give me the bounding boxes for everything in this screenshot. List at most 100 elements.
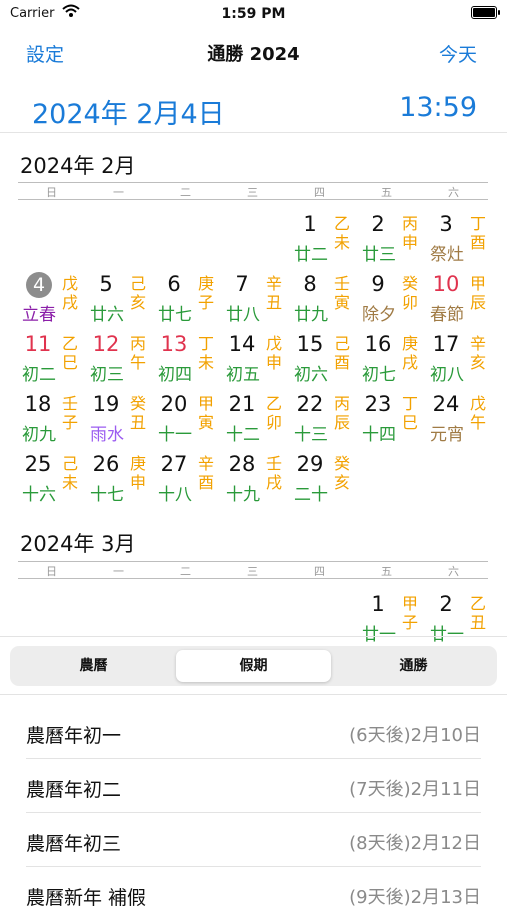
weekday-label: 六 — [448, 565, 459, 578]
weekday-header: 日一二三四五六 — [18, 182, 488, 200]
day-number: 9 — [371, 272, 385, 296]
day-cell[interactable]: 26 十七 庚申 — [86, 450, 154, 508]
segment-lunar[interactable]: 農曆 — [16, 650, 171, 682]
day-number: 10 — [432, 272, 460, 296]
day-cell[interactable]: 21 十二 乙卯 — [222, 390, 290, 448]
lunar-date: 初八 — [430, 365, 464, 385]
day-number: 14 — [228, 332, 256, 356]
holiday-name: 農曆年初一 — [26, 725, 122, 747]
day-cell[interactable]: 15 初六 己酉 — [290, 330, 358, 388]
ganzhi-label: 甲寅 — [197, 394, 214, 432]
lunar-date: 二十 — [294, 485, 328, 505]
day-cell[interactable]: 24 元宵 戊午 — [426, 390, 494, 448]
holiday-row[interactable]: 農曆新年 補假 (9天後)2月13日 — [0, 867, 507, 921]
day-number: 6 — [167, 272, 181, 296]
holiday-date: (8天後)2月12日 — [349, 833, 481, 854]
month-title: 2024年 3月 — [20, 532, 136, 556]
day-number: 15 — [296, 332, 324, 356]
day-cell[interactable]: 19 雨水 癸丑 — [86, 390, 154, 448]
segment-holidays[interactable]: 假期 — [176, 650, 331, 682]
day-cell[interactable]: 23 十四 丁巳 — [358, 390, 426, 448]
day-cell[interactable]: 5 廿六 己亥 — [86, 270, 154, 328]
day-cell[interactable]: 9 除夕 癸卯 — [358, 270, 426, 328]
segment-almanac[interactable]: 通勝 — [336, 650, 491, 682]
day-number: 19 — [92, 392, 120, 416]
day-number: 2 — [439, 592, 453, 616]
lunar-date: 除夕 — [362, 305, 396, 325]
day-number: 29 — [296, 452, 324, 476]
day-cell[interactable]: 13 初四 丁未 — [154, 330, 222, 388]
holiday-row[interactable]: 農曆年初二 (7天後)2月11日 — [0, 759, 507, 813]
day-cell[interactable]: 16 初七 庚戌 — [358, 330, 426, 388]
lunar-date: 初二 — [22, 365, 56, 385]
day-cell[interactable]: 12 初三 丙午 — [86, 330, 154, 388]
ganzhi-label: 癸亥 — [333, 454, 350, 492]
current-date-bar: 2024年 2月4日 13:59 — [0, 92, 507, 133]
day-number: 21 — [228, 392, 256, 416]
weekday-label: 一 — [113, 186, 124, 199]
lunar-date: 廿一 — [362, 625, 396, 645]
day-cell[interactable]: 29 二十 癸亥 — [290, 450, 358, 508]
day-cell[interactable]: 7 廿八 辛丑 — [222, 270, 290, 328]
lunar-date: 初三 — [90, 365, 124, 385]
day-number: 11 — [24, 332, 52, 356]
ganzhi-label: 乙卯 — [265, 394, 282, 432]
day-cell[interactable]: 3 祭灶 丁酉 — [426, 210, 494, 268]
ganzhi-label: 壬戌 — [265, 454, 282, 492]
status-bar: Carrier 1:59 PM — [0, 0, 507, 30]
day-cell[interactable]: 10 春節 甲辰 — [426, 270, 494, 328]
weekday-label: 日 — [46, 186, 57, 199]
weekday-label: 二 — [180, 186, 191, 199]
day-cell[interactable]: 11 初二 乙巳 — [18, 330, 86, 388]
day-cell[interactable]: 8 廿九 壬寅 — [290, 270, 358, 328]
ganzhi-label: 戊午 — [469, 394, 486, 432]
weekday-header: 日一二三四五六 — [18, 561, 488, 579]
holiday-row[interactable]: 農曆年初三 (8天後)2月12日 — [0, 813, 507, 867]
ganzhi-label: 甲子 — [401, 594, 418, 632]
day-cell[interactable]: 17 初八 辛亥 — [426, 330, 494, 388]
day-cell[interactable]: 25 十六 己未 — [18, 450, 86, 508]
day-cell[interactable]: 2 廿一 乙丑 — [426, 590, 494, 648]
lunar-date: 廿六 — [90, 305, 124, 325]
ganzhi-label: 己未 — [61, 454, 78, 492]
day-number: 5 — [99, 272, 113, 296]
holiday-name: 農曆年初二 — [26, 779, 122, 801]
holiday-date: (7天後)2月11日 — [349, 779, 481, 800]
ganzhi-label: 癸卯 — [401, 274, 418, 312]
day-cell[interactable]: 1 廿一 甲子 — [358, 590, 426, 648]
ganzhi-label: 丙午 — [129, 334, 146, 372]
day-cell[interactable]: 1 廿二 乙未 — [290, 210, 358, 268]
ganzhi-label: 庚戌 — [401, 334, 418, 372]
day-number: 1 — [371, 592, 385, 616]
divider — [0, 694, 507, 695]
lunar-date: 春節 — [430, 305, 464, 325]
day-cell[interactable]: 18 初九 壬子 — [18, 390, 86, 448]
today-button[interactable]: 今天 — [439, 40, 477, 67]
lunar-date: 十七 — [90, 485, 124, 505]
day-cell[interactable]: 27 十八 辛酉 — [154, 450, 222, 508]
day-number: 28 — [228, 452, 256, 476]
current-date: 2024年 2月4日 — [32, 99, 225, 130]
lunar-date: 廿三 — [362, 245, 396, 265]
weekday-label: 一 — [113, 565, 124, 578]
day-cell[interactable]: 28 十九 壬戌 — [222, 450, 290, 508]
ganzhi-label: 乙巳 — [61, 334, 78, 372]
day-cell[interactable]: 4 立春 戊戌 — [18, 270, 86, 328]
day-cell[interactable]: 20 十一 甲寅 — [154, 390, 222, 448]
month-title: 2024年 2月 — [20, 154, 136, 178]
day-cell[interactable]: 6 廿七 庚子 — [154, 270, 222, 328]
weekday-label: 三 — [247, 565, 258, 578]
day-cell[interactable]: 14 初五 戊申 — [222, 330, 290, 388]
lunar-date: 初六 — [294, 365, 328, 385]
day-number: 2 — [371, 212, 385, 236]
holiday-date: (6天後)2月10日 — [349, 725, 481, 746]
day-cell[interactable]: 22 十三 丙辰 — [290, 390, 358, 448]
day-number: 24 — [432, 392, 460, 416]
day-number: 26 — [92, 452, 120, 476]
holiday-row[interactable]: 農曆年初一 (6天後)2月10日 — [0, 705, 507, 759]
day-cell[interactable]: 2 廿三 丙申 — [358, 210, 426, 268]
ganzhi-label: 丁巳 — [401, 394, 418, 432]
lunar-date: 廿一 — [430, 625, 464, 645]
lunar-date: 十四 — [362, 425, 396, 445]
segmented-control[interactable]: 農曆 假期 通勝 — [10, 646, 497, 686]
